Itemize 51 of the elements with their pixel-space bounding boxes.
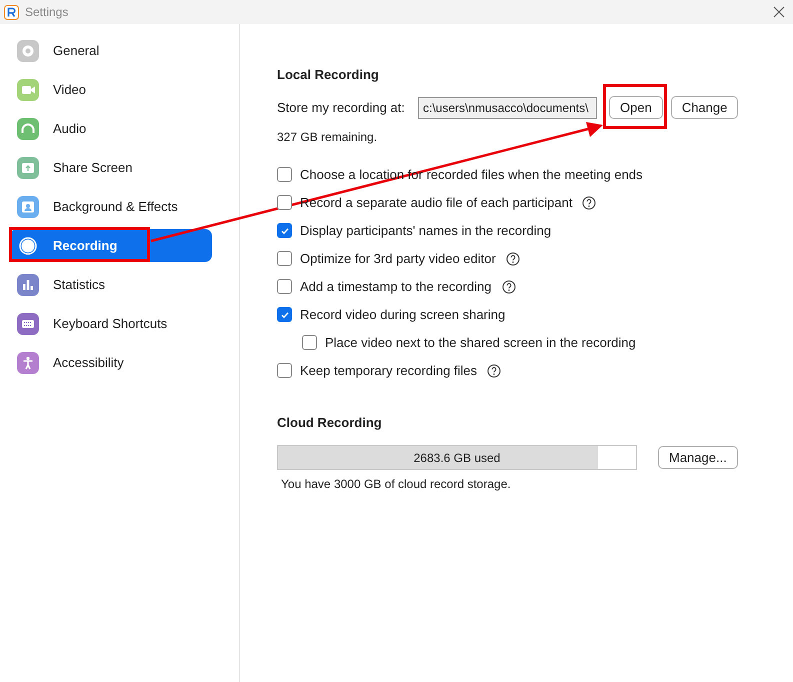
- close-icon[interactable]: [773, 6, 785, 18]
- check-icon: [280, 310, 290, 320]
- checkbox[interactable]: [277, 167, 292, 182]
- store-label: Store my recording at:: [277, 98, 406, 117]
- sidebar-item[interactable]: Audio: [10, 112, 212, 145]
- keyboard-icon: [17, 312, 39, 334]
- app-logo-icon: [4, 4, 19, 20]
- option-label: Record video during screen sharing: [300, 306, 506, 324]
- checkbox[interactable]: [302, 335, 317, 350]
- path-field[interactable]: c:\users\nmusacco\documents\: [418, 96, 597, 118]
- gear-icon: [17, 40, 39, 62]
- checkbox[interactable]: [277, 279, 292, 294]
- manage-button[interactable]: Manage...: [658, 446, 738, 469]
- storage-used-text: 2683.6 GB used: [412, 450, 502, 466]
- change-button[interactable]: Change: [670, 96, 738, 119]
- option-label: Place video next to the shared screen in the recording: [325, 334, 636, 352]
- checkbox[interactable]: [277, 223, 292, 238]
- check-icon: [280, 226, 290, 236]
- help-icon[interactable]: [582, 196, 596, 210]
- sidebar-item[interactable]: Statistics: [10, 268, 212, 301]
- option-label: Keep temporary recording files: [300, 362, 478, 380]
- video-camera-icon: [17, 78, 39, 100]
- option-label: Add a timestamp to the recording: [300, 278, 492, 296]
- sidebar-item[interactable]: Share Screen: [10, 151, 212, 184]
- option-label: Display participants' names in the recording: [300, 222, 552, 240]
- help-icon[interactable]: [487, 364, 502, 378]
- section-title: Cloud Recording: [277, 414, 383, 432]
- checkbox[interactable]: [277, 307, 292, 322]
- checkbox[interactable]: [277, 363, 292, 378]
- section-title: Local Recording: [277, 66, 380, 84]
- person-portrait-icon: [17, 196, 39, 218]
- sidebar-item[interactable]: Recording: [10, 229, 212, 262]
- sidebar-item[interactable]: Accessibility: [10, 346, 212, 379]
- option-label: Optimize for 3rd party video editor: [300, 250, 496, 268]
- headphones-icon: [17, 118, 39, 140]
- share-screen-icon: [17, 156, 39, 178]
- remaining-text: 327 GB remaining.: [277, 128, 378, 146]
- storage-note: You have 3000 GB of cloud record storage.: [281, 476, 512, 493]
- window-title: Settings: [25, 4, 68, 21]
- help-icon[interactable]: [502, 280, 516, 294]
- sidebar-item[interactable]: Video: [10, 73, 212, 106]
- accessibility-icon: [17, 352, 39, 374]
- help-icon[interactable]: [506, 252, 520, 266]
- option-label: Record a separate audio file of each participant: [300, 194, 572, 212]
- bar-chart-icon: [17, 274, 39, 296]
- sidebar-item[interactable]: General: [10, 34, 212, 67]
- checkbox[interactable]: [277, 251, 292, 266]
- sidebar-item[interactable]: Background & Effects: [10, 190, 212, 223]
- open-button[interactable]: Open: [609, 96, 663, 119]
- checkbox[interactable]: [277, 195, 292, 210]
- sidebar-item[interactable]: Keyboard Shortcuts: [10, 307, 212, 340]
